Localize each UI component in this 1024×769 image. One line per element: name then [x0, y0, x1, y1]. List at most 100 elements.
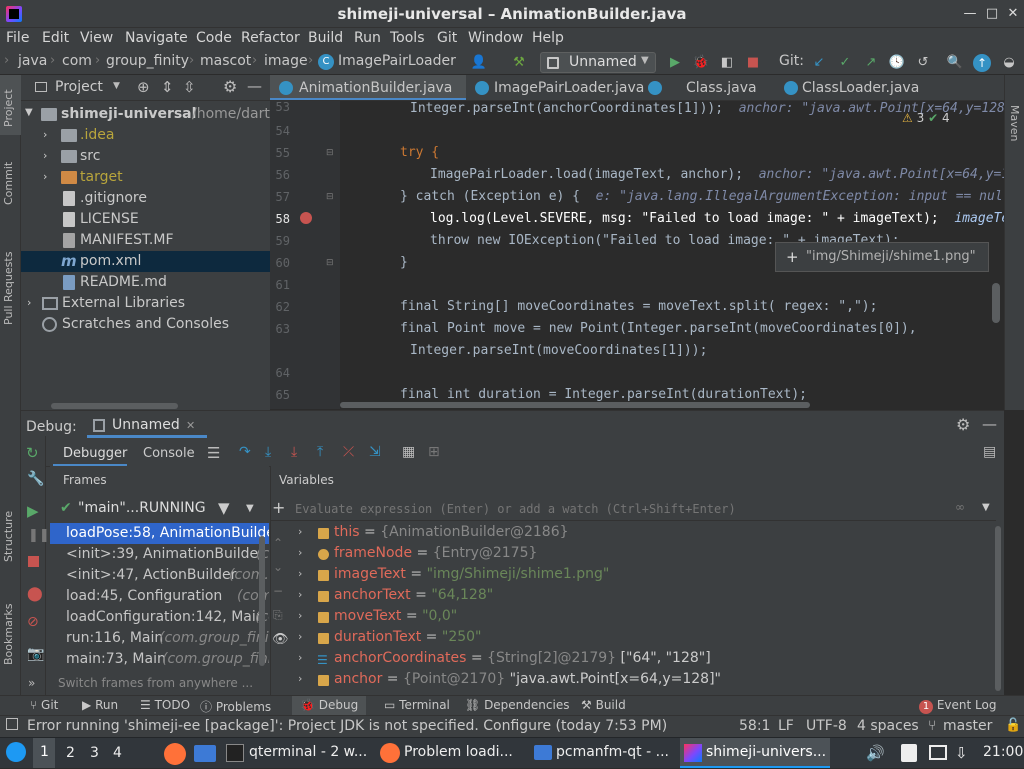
network-icon[interactable] [929, 745, 947, 760]
frame-row[interactable]: load:45, Configuration (com.group [50, 586, 269, 607]
tool-terminal[interactable]: ▭ Terminal [384, 698, 450, 712]
menu-view[interactable]: View [80, 30, 113, 46]
variable-row[interactable]: › anchor = {Point@2170} "java.awt.Point[… [271, 670, 996, 691]
status-message[interactable]: Error running 'shimeji-ee [package]': Pr… [27, 718, 667, 734]
maximize-icon[interactable]: □ [984, 6, 1000, 22]
updates-icon[interactable]: ⇩ [955, 744, 968, 762]
tool-event-log[interactable]: 1 Event Log [919, 698, 996, 714]
firefox-launcher-icon[interactable] [164, 743, 186, 765]
breakpoint-icon[interactable] [300, 212, 312, 224]
lock-icon[interactable]: 🔓 [1005, 718, 1021, 733]
edit-config-icon[interactable]: 🔧 [27, 471, 44, 487]
menu-file[interactable]: File [6, 30, 29, 46]
variable-row[interactable]: › frameNode = {Entry@2175} [271, 544, 996, 565]
tab-animationbuilder[interactable]: AnimationBuilder.java [270, 75, 466, 100]
fold-icon[interactable]: ⊟ [326, 258, 334, 268]
tree-item-readme[interactable]: README.md [21, 272, 270, 293]
tool-tab-project[interactable]: Project [2, 89, 15, 127]
chevron-down-icon[interactable]: ▼ [982, 502, 990, 513]
fold-icon[interactable]: ⊟ [326, 192, 334, 202]
frame-row[interactable]: <init>:39, AnimationBuilder (com.g [50, 544, 269, 565]
indent-setting[interactable]: 4 spaces [857, 718, 919, 734]
tree-item-manifest[interactable]: MANIFEST.MF [21, 230, 270, 251]
filter-icon[interactable]: ▼ [218, 499, 230, 517]
tool-git[interactable]: ⑂ Git [30, 698, 58, 712]
horizontal-scrollbar[interactable] [340, 402, 810, 408]
tree-item-target[interactable]: › target [21, 167, 270, 188]
minimize-icon[interactable]: — [962, 6, 978, 22]
chevron-right-icon[interactable]: › [298, 588, 302, 601]
clipboard-icon[interactable] [901, 744, 917, 762]
run-config-select[interactable]: Unnamed ▼ [540, 52, 656, 73]
tab-console[interactable]: Console [135, 441, 207, 467]
coverage-icon[interactable]: ◧ [718, 54, 736, 72]
tool-tab-bookmarks[interactable]: Bookmarks [2, 604, 15, 665]
locate-icon[interactable]: ⊕ [137, 78, 150, 96]
chevron-right-icon[interactable]: › [298, 651, 302, 664]
breadcrumb-image[interactable]: image [264, 53, 308, 69]
desktop-1[interactable]: 1 [33, 738, 55, 768]
caret-position[interactable]: 58:1 [739, 718, 770, 734]
gear-icon[interactable]: ⚙ [956, 415, 970, 434]
variable-row[interactable]: › anchorText = "64,128" [271, 586, 996, 607]
stop-icon[interactable] [28, 556, 39, 567]
git-update-icon[interactable]: ↙ [810, 54, 828, 72]
tree-item-pom[interactable]: m pom.xml [21, 251, 270, 272]
menu-edit[interactable]: Edit [42, 30, 69, 46]
breadcrumb-imagepairloader[interactable]: ImagePairLoader [338, 53, 456, 69]
chevron-right-icon[interactable]: › [298, 609, 302, 622]
pause-icon[interactable]: ❚❚ [28, 528, 50, 543]
run-to-cursor-icon[interactable]: ⇲ [369, 444, 381, 460]
volume-icon[interactable]: 🔊 [866, 744, 885, 762]
rerun-icon[interactable]: ↻ [26, 444, 39, 462]
frame-row[interactable]: loadConfiguration:142, Main (com. [50, 607, 269, 628]
chevron-down-icon[interactable]: ▼ [246, 503, 254, 514]
expand-all-icon[interactable]: ⇕ [161, 78, 174, 96]
more-icon[interactable]: » [28, 676, 35, 690]
menu-code[interactable]: Code [196, 30, 232, 46]
tool-debug[interactable]: 🐞 Debug [292, 696, 367, 716]
line-separator[interactable]: LF [778, 718, 794, 734]
run-icon[interactable]: ▶ [666, 54, 684, 72]
hide-icon[interactable]: — [982, 415, 997, 433]
tool-run[interactable]: ▶ Run [82, 698, 118, 712]
clock[interactable]: 21:00 [983, 744, 1023, 760]
project-panel-title[interactable]: Project [55, 79, 103, 95]
desktop-3[interactable]: 3 [90, 745, 99, 769]
trace-icon[interactable]: ⊞ [428, 444, 440, 460]
vertical-scrollbar[interactable] [995, 526, 1001, 691]
breadcrumb-group-finity[interactable]: group_finity [106, 53, 189, 69]
variable-row[interactable]: › ☰ anchorCoordinates = {String[2]@2179}… [271, 649, 996, 670]
breadcrumb-java[interactable]: java [18, 53, 47, 69]
variable-row[interactable]: › this = {AnimationBuilder@2186} [271, 523, 996, 544]
force-step-into-icon[interactable]: ⤓ [291, 444, 297, 460]
tool-tab-pull-requests[interactable]: Pull Requests [2, 252, 15, 325]
close-icon[interactable]: ✕ [1005, 6, 1021, 22]
tool-problems[interactable]: ⓘ Problems [200, 698, 271, 715]
menu-git[interactable]: Git [437, 30, 457, 46]
task-pcmanfm[interactable]: pcmanfm-qt - ... [530, 738, 675, 768]
glasses-icon[interactable]: ∞ [955, 500, 965, 514]
chevron-right-icon[interactable]: › [298, 567, 302, 580]
chevron-down-icon[interactable]: ▼ [113, 81, 120, 91]
thread-selector[interactable]: ✔ "main"...RUNNING ▼ ▼ [50, 497, 269, 520]
git-branch[interactable]: master [943, 718, 992, 734]
task-qterminal[interactable]: qterminal - 2 w... [222, 738, 372, 768]
tab-classloader[interactable]: ClassLoader.java [760, 75, 1004, 100]
evaluate-expression-icon[interactable]: ▦ [402, 444, 415, 460]
menu-help[interactable]: Help [532, 30, 564, 46]
frame-row[interactable]: main:73, Main (com.group_finity [50, 649, 269, 670]
variable-row[interactable]: › imageText = "img/Shimeji/shime1.png" [271, 565, 996, 586]
layout-menu-icon[interactable]: ☰ [207, 444, 220, 462]
debug-session-tab[interactable]: Unnamed ✕ [87, 413, 207, 438]
breadcrumb-mascot[interactable]: mascot [200, 53, 251, 69]
tree-root[interactable]: ▼ shimeji-universal /home/dartz [21, 104, 277, 125]
task-intellij[interactable]: shimeji-univers... [680, 738, 830, 768]
tree-item-gitignore[interactable]: .gitignore [21, 188, 270, 209]
resume-icon[interactable]: ▶ [27, 502, 39, 520]
frame-row[interactable]: <init>:47, ActionBuilder (com.gro [50, 565, 269, 586]
rollback-icon[interactable]: ↺ [914, 54, 932, 72]
collapse-all-icon[interactable]: ⇳ [183, 78, 196, 96]
close-icon[interactable]: ✕ [186, 419, 195, 432]
drop-frame-icon[interactable]: ⤫ [343, 444, 354, 460]
